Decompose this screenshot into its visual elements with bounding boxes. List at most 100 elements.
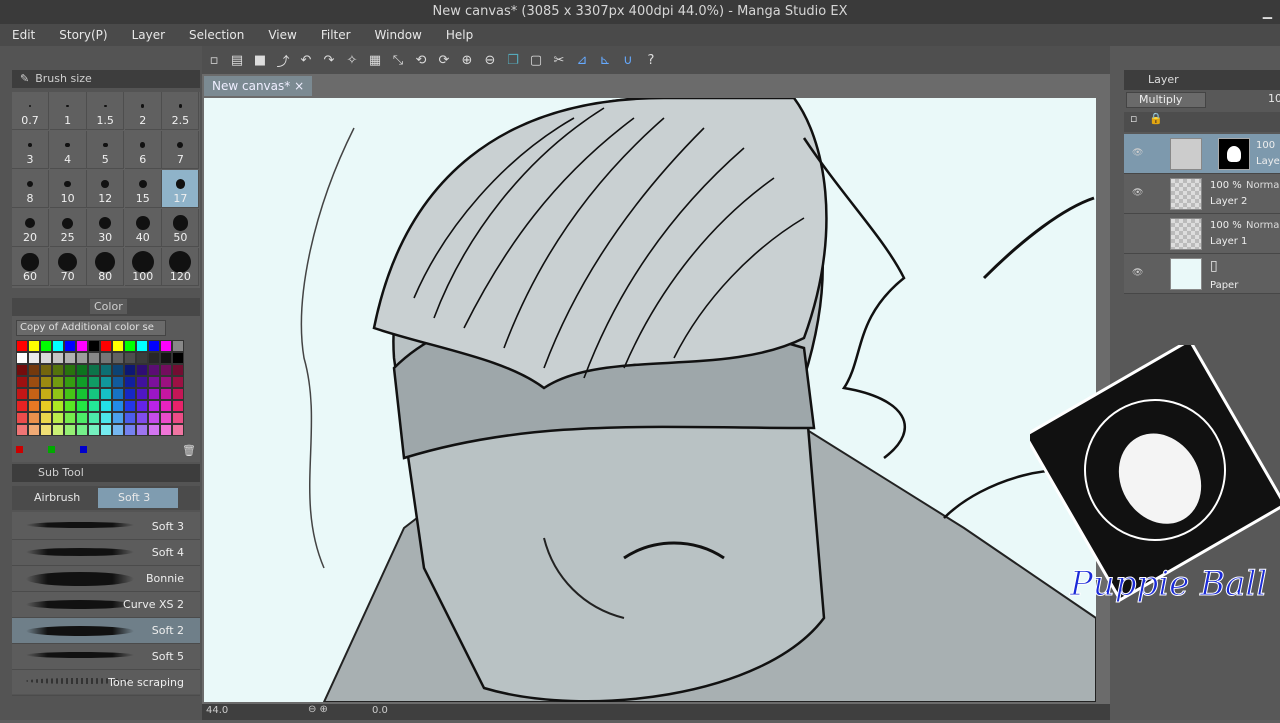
color-swatch[interactable] bbox=[28, 400, 40, 412]
color-swatch[interactable] bbox=[112, 400, 124, 412]
color-swatch[interactable] bbox=[112, 352, 124, 364]
color-swatch[interactable] bbox=[136, 400, 148, 412]
brush-size-option[interactable]: 50 bbox=[162, 209, 200, 247]
brush-size-option[interactable]: 7 bbox=[162, 131, 200, 169]
color-swatch[interactable] bbox=[88, 364, 100, 376]
brush-size-option[interactable]: 12 bbox=[87, 170, 125, 208]
undo-icon[interactable]: ↶ bbox=[295, 50, 317, 70]
layer-row[interactable]: 100 % Normal Layer 1 bbox=[1124, 214, 1280, 254]
color-swatch[interactable] bbox=[136, 376, 148, 388]
list-item[interactable]: Tone scraping bbox=[12, 670, 200, 696]
drawing-canvas[interactable] bbox=[204, 98, 1096, 702]
color-swatch[interactable] bbox=[88, 352, 100, 364]
color-swatch[interactable] bbox=[40, 412, 52, 424]
blend-mode-select[interactable]: Multiply bbox=[1126, 92, 1206, 108]
color-swatch[interactable] bbox=[40, 364, 52, 376]
zoom-in-icon[interactable]: ⊕ bbox=[456, 50, 478, 70]
color-swatch[interactable] bbox=[16, 400, 28, 412]
close-tab-icon[interactable]: × bbox=[294, 79, 304, 93]
color-swatch[interactable] bbox=[160, 364, 172, 376]
document-tab[interactable]: New canvas* × bbox=[204, 76, 313, 96]
color-swatch[interactable] bbox=[76, 340, 88, 352]
color-swatch[interactable] bbox=[124, 400, 136, 412]
color-swatch[interactable] bbox=[64, 376, 76, 388]
color-swatch[interactable] bbox=[100, 412, 112, 424]
color-swatch[interactable] bbox=[172, 376, 184, 388]
color-swatch[interactable] bbox=[172, 388, 184, 400]
color-swatch[interactable] bbox=[160, 388, 172, 400]
color-swatch[interactable] bbox=[124, 340, 136, 352]
color-swatch[interactable] bbox=[16, 388, 28, 400]
magnet-icon[interactable]: ∪ bbox=[617, 50, 639, 70]
color-swatch[interactable] bbox=[76, 364, 88, 376]
color-swatch[interactable] bbox=[64, 388, 76, 400]
color-swatch[interactable] bbox=[40, 400, 52, 412]
color-swatch[interactable] bbox=[52, 400, 64, 412]
color-swatch[interactable] bbox=[148, 376, 160, 388]
color-swatch[interactable] bbox=[16, 340, 28, 352]
export-icon[interactable]: ⤴ bbox=[272, 50, 294, 70]
color-swatch[interactable] bbox=[16, 364, 28, 376]
new-layer-icon[interactable]: ▫ bbox=[1130, 112, 1137, 125]
color-swatch[interactable] bbox=[148, 412, 160, 424]
color-swatch[interactable] bbox=[28, 376, 40, 388]
color-swatch[interactable] bbox=[100, 376, 112, 388]
lock-icon[interactable]: 🔒 bbox=[1149, 112, 1163, 125]
color-swatch[interactable] bbox=[112, 388, 124, 400]
color-swatch[interactable] bbox=[76, 412, 88, 424]
list-item[interactable]: Soft 4 bbox=[12, 540, 200, 566]
color-swatch[interactable] bbox=[28, 364, 40, 376]
brush-size-option[interactable]: 120 bbox=[162, 248, 200, 286]
color-swatch[interactable] bbox=[64, 364, 76, 376]
redo-icon[interactable]: ↷ bbox=[318, 50, 340, 70]
trash-icon[interactable]: 🗑 bbox=[182, 444, 196, 457]
brush-size-option[interactable]: 2.5 bbox=[162, 92, 200, 130]
color-swatch[interactable] bbox=[16, 352, 28, 364]
color-swatch[interactable] bbox=[88, 424, 100, 436]
menu-window[interactable]: Window bbox=[375, 28, 422, 42]
color-swatch[interactable] bbox=[172, 352, 184, 364]
cut-icon[interactable]: ✂ bbox=[548, 50, 570, 70]
color-swatch[interactable] bbox=[88, 376, 100, 388]
brush-size-option[interactable]: 40 bbox=[124, 209, 162, 247]
brush-size-option[interactable]: 5 bbox=[87, 131, 125, 169]
tab-soft-3[interactable]: Soft 3 bbox=[98, 488, 178, 508]
tab-airbrush[interactable]: Airbrush bbox=[14, 488, 94, 508]
color-swatch[interactable] bbox=[16, 376, 28, 388]
color-swatch[interactable] bbox=[172, 400, 184, 412]
brush-size-option[interactable]: 8 bbox=[12, 170, 49, 208]
color-swatch[interactable] bbox=[88, 340, 100, 352]
color-swatch[interactable] bbox=[160, 376, 172, 388]
color-swatch[interactable] bbox=[136, 424, 148, 436]
list-item[interactable]: Soft 5 bbox=[12, 644, 200, 670]
color-swatch[interactable] bbox=[136, 340, 148, 352]
color-swatch[interactable] bbox=[172, 340, 184, 352]
menu-view[interactable]: View bbox=[268, 28, 296, 42]
current-color-green[interactable] bbox=[48, 446, 55, 453]
menu-layer[interactable]: Layer bbox=[132, 28, 165, 42]
color-swatch[interactable] bbox=[76, 388, 88, 400]
color-swatch[interactable] bbox=[148, 340, 160, 352]
menu-selection[interactable]: Selection bbox=[189, 28, 244, 42]
color-swatch[interactable] bbox=[28, 340, 40, 352]
color-swatch[interactable] bbox=[52, 412, 64, 424]
color-swatch[interactable] bbox=[124, 376, 136, 388]
color-swatch[interactable] bbox=[52, 388, 64, 400]
color-swatch[interactable] bbox=[112, 364, 124, 376]
list-item[interactable]: Curve XS 2 bbox=[12, 592, 200, 618]
color-swatch[interactable] bbox=[64, 424, 76, 436]
color-swatch[interactable] bbox=[28, 412, 40, 424]
brush-size-option[interactable]: 0.7 bbox=[12, 92, 49, 130]
color-swatch[interactable] bbox=[148, 400, 160, 412]
brush-size-option[interactable]: 15 bbox=[124, 170, 162, 208]
color-swatch[interactable] bbox=[76, 352, 88, 364]
color-swatch[interactable] bbox=[40, 376, 52, 388]
clear-icon[interactable]: ✧ bbox=[341, 50, 363, 70]
color-swatch[interactable] bbox=[100, 424, 112, 436]
opacity-value[interactable]: 10 bbox=[1268, 92, 1280, 105]
brush-size-option[interactable]: 100 bbox=[124, 248, 162, 286]
color-swatch[interactable] bbox=[52, 352, 64, 364]
zoom-readout[interactable]: 44.0 bbox=[206, 705, 228, 716]
color-swatch[interactable] bbox=[136, 352, 148, 364]
open-folder-icon[interactable]: ▤ bbox=[226, 50, 248, 70]
